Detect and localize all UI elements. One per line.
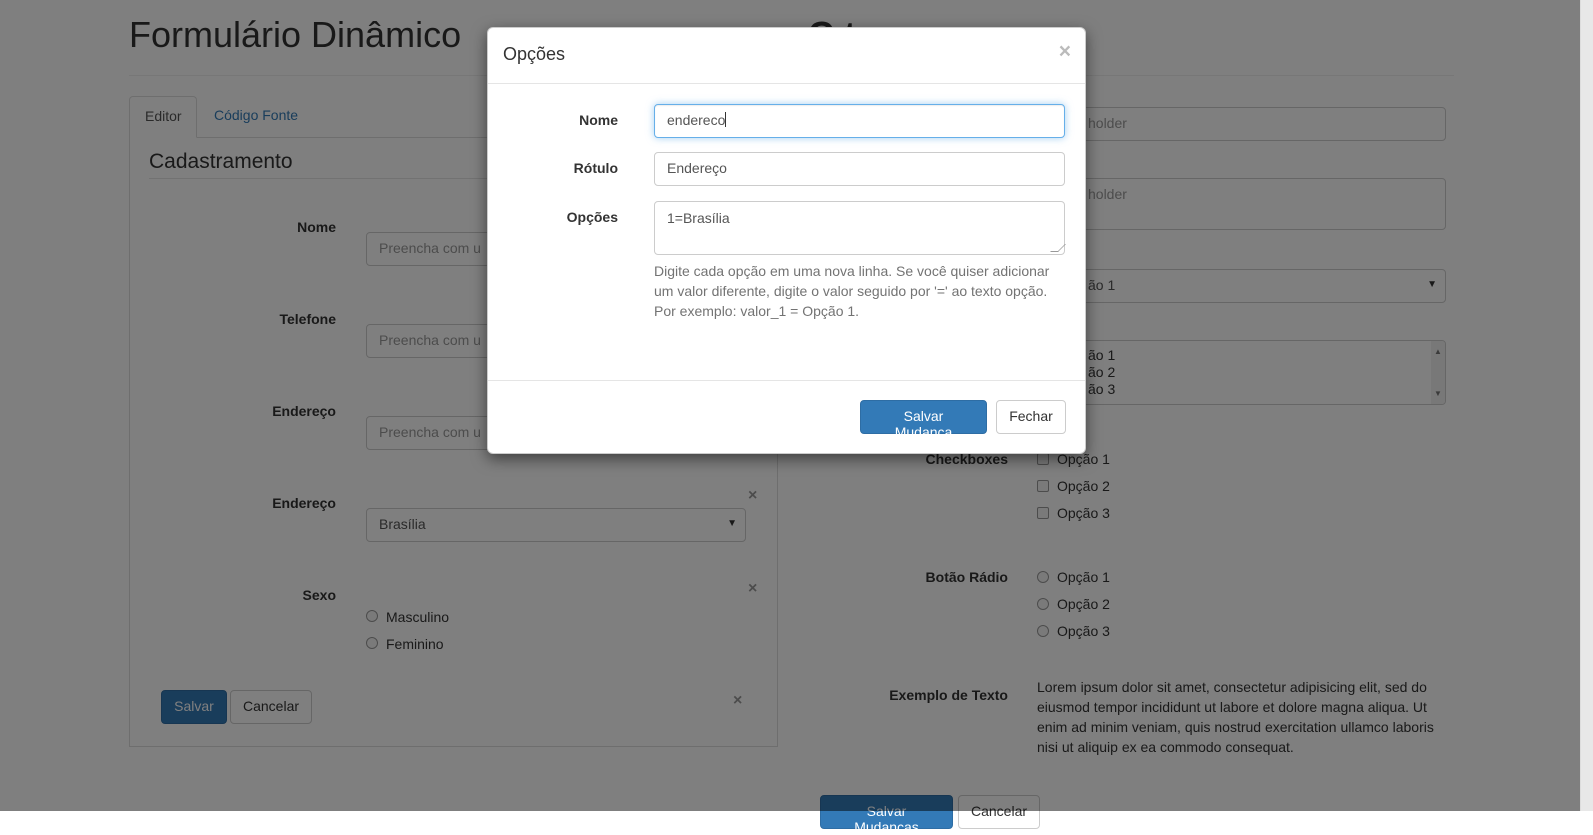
modal-footer: Salvar Mudança Fechar: [488, 380, 1085, 455]
page-scrollbar[interactable]: [1580, 0, 1593, 811]
modal-header: Opções ×: [488, 28, 1085, 84]
close-icon[interactable]: ×: [1059, 40, 1071, 64]
modal-help-text: Digite cada opção em uma nova linha. Se …: [654, 263, 1050, 319]
options-modal: Opções × Nome endereco Rótulo Endereço O…: [487, 27, 1086, 454]
modal-label-label: Rótulo: [573, 160, 618, 176]
modal-name-label: Nome: [579, 112, 618, 128]
modal-title: Opções: [503, 44, 566, 64]
modal-save-button[interactable]: Salvar Mudança: [860, 400, 987, 440]
text-cursor: [725, 112, 727, 127]
modal-name-value: endereco: [667, 112, 726, 128]
modal-label-input[interactable]: Endereço: [654, 152, 1065, 186]
modal-options-value: 1=Brasília: [667, 210, 730, 226]
modal-close-button[interactable]: Fechar: [996, 400, 1066, 434]
modal-options-textarea[interactable]: 1=Brasília: [654, 201, 1066, 255]
modal-options-label: Opções: [566, 209, 618, 225]
modal-name-input[interactable]: endereco: [654, 104, 1065, 138]
resize-handle-icon[interactable]: [1050, 244, 1066, 252]
